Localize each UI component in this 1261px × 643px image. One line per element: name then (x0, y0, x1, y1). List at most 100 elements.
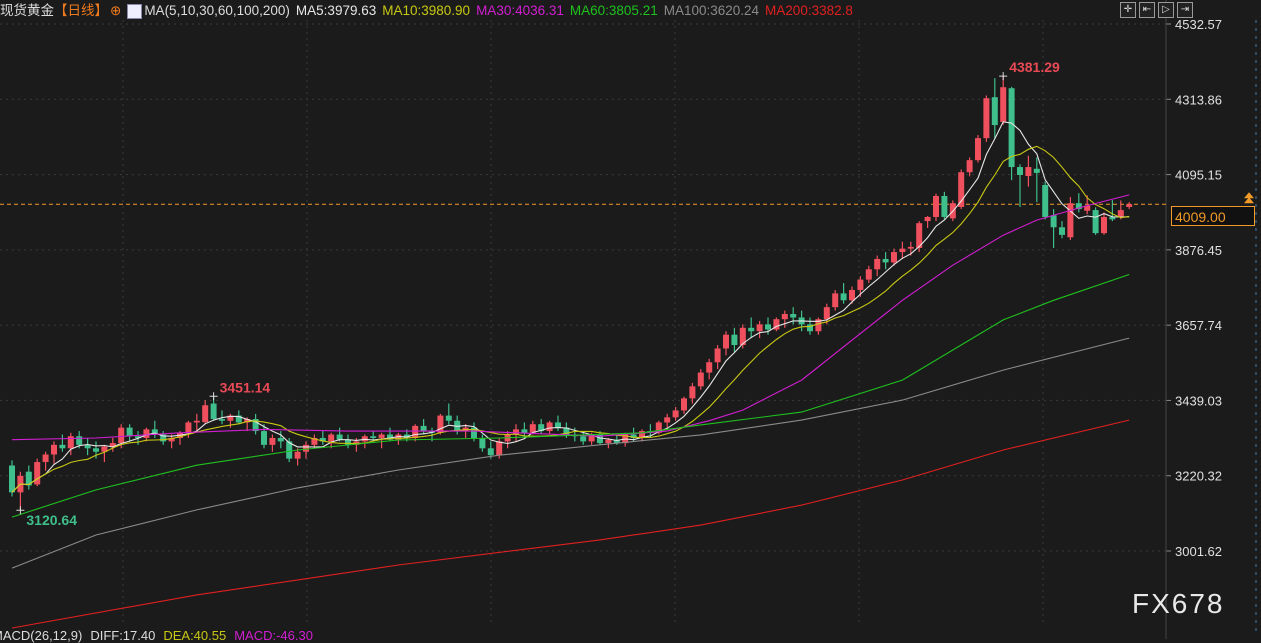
y-tick-label: 3439.03 (1175, 393, 1222, 408)
candle-up (1101, 216, 1107, 234)
candle-up (118, 427, 125, 444)
candlestick-chart[interactable]: 4532.57 4313.86 4095.15 3876.45 3657.74 3439.… (0, 0, 1261, 639)
candle-up (681, 398, 687, 411)
instrument-name: 现货黄金 (0, 3, 54, 18)
candle-down (580, 436, 587, 442)
last-price-label: 4009.00 (1171, 206, 1255, 226)
ma30-value: MA30:4036.31 (476, 3, 564, 18)
candle-down (76, 436, 83, 445)
crosshair-icon[interactable]: ✛ (1120, 2, 1136, 18)
y-tick-label: 3876.45 (1175, 243, 1222, 258)
candle-down (765, 324, 771, 330)
chart-legend: 现货黄金【日线】 ⊕ MA(5,10,30,60,100,200) MA5:3979.… (0, 2, 859, 20)
candle-up (756, 324, 763, 332)
candle-down (555, 422, 561, 428)
extreme-label: 3120.64 (26, 512, 77, 528)
candle-up (697, 372, 704, 387)
candle-down (1008, 88, 1015, 168)
candle-up (303, 444, 309, 452)
y-tick-label: 3220.32 (1175, 469, 1222, 484)
ma-line-ma200 (11, 419, 1130, 629)
candle-up (202, 405, 209, 423)
candle-down (991, 97, 998, 126)
candle-down (126, 427, 133, 437)
y-tick-label: 3657.74 (1175, 318, 1222, 333)
candle-up (34, 462, 41, 485)
candle-down (1059, 227, 1065, 235)
ma-line-ma100 (11, 337, 1130, 569)
candle-up (689, 386, 696, 399)
candle-down (1017, 167, 1023, 175)
indicator-icon[interactable] (127, 3, 143, 19)
ma60-value: MA60:3805.21 (569, 3, 658, 18)
candle-up (672, 410, 679, 418)
candle-up (706, 362, 713, 373)
candle-up (269, 437, 276, 445)
candle-up (714, 348, 721, 363)
candle-up (823, 307, 830, 320)
candle-up (924, 216, 931, 222)
candle-up (42, 454, 49, 463)
macd-diff: DIFF:17.40 (90, 628, 156, 643)
candle-up (378, 434, 385, 438)
period-label[interactable]: 【日线】 (54, 3, 108, 18)
ma-line-ma60 (11, 273, 1130, 518)
candle-down (261, 431, 267, 445)
candle-up (1126, 204, 1133, 207)
candle-up (605, 439, 612, 444)
candle-up (51, 444, 57, 455)
watermark: FX678 (1132, 588, 1225, 619)
candle-down (336, 434, 343, 440)
first-bar-icon[interactable]: ⇤ (1139, 2, 1155, 18)
macd-dea: DEA:40.55 (163, 628, 227, 643)
candle-down (1092, 210, 1099, 234)
candle-down (748, 327, 755, 332)
candle-up (546, 422, 553, 432)
y-tick-label: 4532.57 (1175, 17, 1222, 32)
candle-down (1050, 215, 1057, 228)
candle-up (966, 160, 973, 173)
candle-up (899, 248, 906, 253)
macd-title: MACD(26,12,9) (0, 628, 83, 643)
candle-up (874, 258, 881, 270)
extreme-label: 4381.29 (1009, 59, 1060, 75)
settings-icon[interactable]: ⊕ (110, 3, 121, 18)
candle-up (1067, 203, 1074, 238)
play-icon[interactable]: ▷ (1158, 2, 1174, 18)
candle-down (479, 437, 486, 449)
candle-down (790, 314, 797, 318)
chart-toolbar: ✛ ⇤ ▷ ⇥ (1120, 2, 1193, 18)
candle-up (1025, 167, 1032, 177)
candle-down (1042, 184, 1049, 217)
ma100-value: MA100:3620.24 (663, 3, 760, 18)
candle-up (781, 314, 788, 320)
y-tick-label: 4313.86 (1175, 92, 1222, 107)
macd-legend: MACD(26,12,9) DIFF:17.40 DEA:40.55 MACD:-46… (0, 628, 321, 643)
candle-up (412, 425, 419, 438)
candle-up (907, 246, 914, 249)
y-tick-label: 3001.62 (1175, 544, 1222, 559)
candle-up (975, 138, 981, 161)
candle-up (933, 195, 939, 217)
candle-down (277, 437, 284, 442)
candle-down (420, 425, 427, 432)
candle-down (59, 444, 66, 449)
candle-down (731, 334, 738, 346)
candle-up (1117, 210, 1124, 217)
candle-up (891, 252, 897, 263)
extreme-marker (209, 392, 218, 401)
candle-down (521, 429, 528, 433)
candle-up (832, 293, 839, 308)
extreme-marker (999, 72, 1008, 81)
last-bar-icon[interactable]: ⇥ (1177, 2, 1193, 18)
candle-up (496, 441, 503, 456)
candle-down (370, 436, 377, 438)
macd-value: MACD:-46.30 (234, 628, 313, 643)
y-tick-label: 4095.15 (1175, 168, 1222, 183)
ma-line-ma30 (11, 194, 1130, 441)
candle-up (983, 98, 990, 139)
candle-up (294, 451, 301, 459)
candle-down (9, 465, 15, 493)
extreme-label: 3451.14 (220, 379, 271, 395)
candle-down (941, 195, 948, 217)
